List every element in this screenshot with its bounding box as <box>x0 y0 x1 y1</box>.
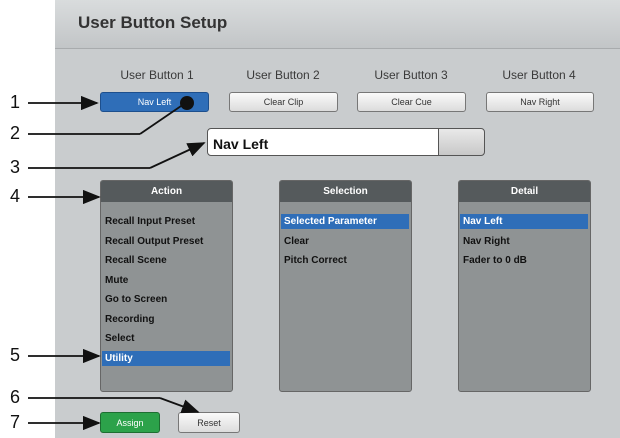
callout-arrows <box>28 95 206 431</box>
callout-line-6b <box>159 397 200 414</box>
callout-line-2b <box>139 103 185 135</box>
callout-line-3b <box>149 142 206 169</box>
